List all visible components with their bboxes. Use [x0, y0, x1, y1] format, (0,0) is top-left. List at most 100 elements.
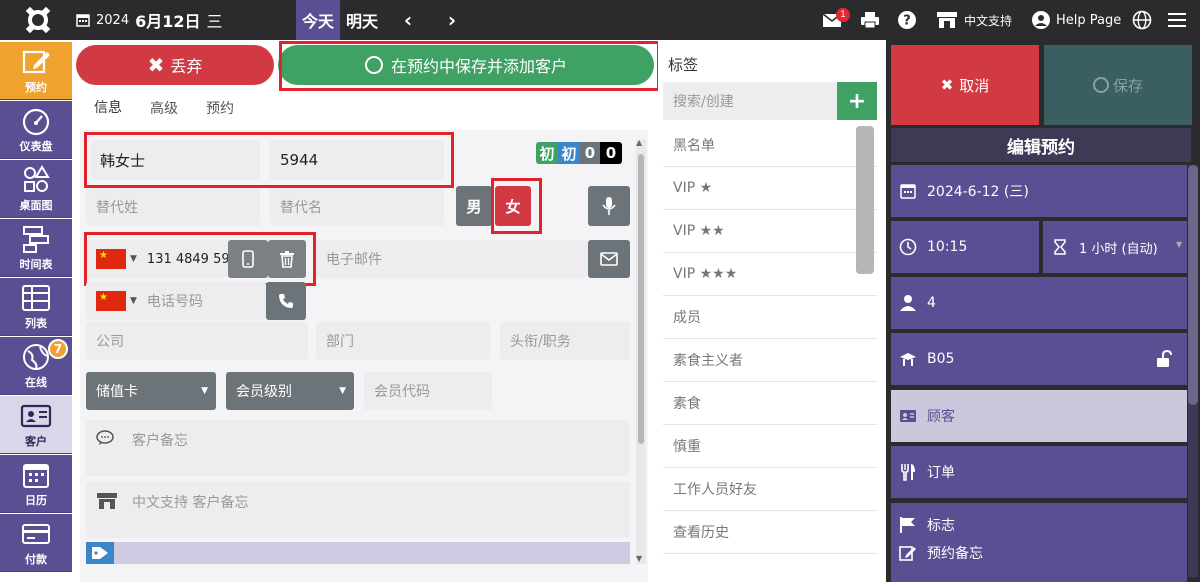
calendar-icon: [76, 14, 90, 27]
mobile-type-button[interactable]: [228, 240, 268, 278]
sidebar-item-timeline[interactable]: 时间表: [0, 219, 72, 277]
unlock-icon: [1157, 350, 1172, 367]
flag-item[interactable]: 标志: [899, 515, 955, 535]
tag-item[interactable]: 黑名单: [663, 124, 877, 167]
save-button[interactable]: 保存: [1044, 45, 1192, 125]
save-and-add-customer-button[interactable]: 在预约中保存并添加客户: [278, 45, 654, 85]
sidebar-item-list[interactable]: 列表: [0, 278, 72, 336]
scroll-down-icon[interactable]: ▼: [636, 554, 642, 563]
tag-item[interactable]: VIP ★★★: [663, 253, 877, 296]
tag-item[interactable]: 成员: [663, 296, 877, 339]
tab-reservation[interactable]: 预约: [192, 90, 248, 126]
call-button[interactable]: [266, 282, 306, 320]
microphone-icon: [602, 197, 616, 215]
edit-icon: [22, 50, 50, 73]
support-link[interactable]: 中文支持: [936, 0, 1012, 40]
reservation-note-item[interactable]: 预约备忘: [899, 543, 983, 563]
chip-count-alt: 0: [600, 142, 622, 164]
tag-item[interactable]: 素食: [663, 382, 877, 425]
member-level-dropdown[interactable]: 会员级别 ▼: [226, 372, 354, 410]
last-name-field[interactable]: 韩女士: [90, 140, 260, 180]
help-page-link[interactable]: Help Page: [1032, 0, 1121, 40]
menu-icon[interactable]: [1168, 0, 1186, 40]
delete-phone-button[interactable]: [268, 240, 306, 278]
sidebar-item-calendar[interactable]: 日历: [0, 455, 72, 513]
next-day-icon[interactable]: ›: [442, 0, 462, 40]
globe-icon[interactable]: [1132, 0, 1152, 40]
member-code-field[interactable]: 会员代码: [364, 372, 492, 410]
stored-value-card-dropdown[interactable]: 储值卡 ▼: [86, 372, 216, 410]
sidebar-item-floorplan[interactable]: 桌面图: [0, 160, 72, 218]
tomorrow-button[interactable]: 明天: [346, 0, 378, 40]
company-field[interactable]: 公司: [86, 322, 308, 360]
date-selector[interactable]: 2024 6月12日 三: [76, 0, 223, 40]
tags-scroll-thumb[interactable]: [856, 126, 874, 274]
customer-tag-strip[interactable]: [86, 542, 630, 564]
reservation-date: 2024-6-12 (三): [927, 184, 1029, 200]
circle-icon: [1092, 77, 1109, 93]
help-icon[interactable]: ?: [898, 0, 916, 40]
order-row[interactable]: 订单: [891, 446, 1187, 498]
add-tag-button[interactable]: +: [837, 82, 877, 120]
duration-row[interactable]: 1 小时 (自动): [1043, 221, 1187, 273]
tag-item[interactable]: VIP ★★: [663, 210, 877, 253]
second-phone-field[interactable]: ▼ 电话号码: [86, 282, 266, 320]
customer-note-placeholder: 客户备忘: [132, 433, 188, 449]
reservation-time: 10:15: [927, 239, 968, 255]
voice-input-button[interactable]: [588, 186, 630, 226]
globe-icon: [23, 343, 49, 370]
email-field[interactable]: 电子邮件: [316, 240, 588, 278]
today-button[interactable]: 今天: [296, 0, 340, 40]
tag-item[interactable]: 慎重: [663, 425, 877, 468]
caret-down-icon: ▼: [201, 386, 208, 396]
flag-icon: [900, 517, 915, 533]
trash-icon: [280, 251, 294, 268]
customer-note-field[interactable]: 客户备忘: [86, 420, 630, 476]
department-field[interactable]: 部门: [316, 322, 490, 360]
tag-search-input[interactable]: 搜索/创建: [663, 82, 837, 120]
sidebar-item-customer[interactable]: 客户: [0, 396, 72, 454]
tag-item[interactable]: 查看历史: [663, 511, 877, 554]
tag-item[interactable]: VIP ★: [663, 167, 877, 210]
guests-row[interactable]: 4: [891, 277, 1187, 329]
table-row[interactable]: B05: [891, 333, 1187, 385]
flag-note-row[interactable]: 标志 预约备忘: [891, 503, 1187, 582]
form-scroll-thumb[interactable]: [638, 154, 644, 444]
email-button[interactable]: [588, 240, 630, 278]
app-logo-icon[interactable]: [18, 6, 58, 34]
job-title-field[interactable]: 头衔/职务: [500, 322, 630, 360]
customer-label: 顾客: [927, 409, 955, 425]
first-name-field[interactable]: 5944: [270, 140, 444, 180]
sidebar-item-online[interactable]: 在线 7: [0, 337, 72, 395]
tab-info[interactable]: 信息: [80, 90, 136, 126]
male-button[interactable]: 男: [456, 186, 492, 226]
store-icon: [97, 493, 117, 509]
sidebar-item-payment[interactable]: 付款: [0, 514, 72, 572]
sidebar-item-reservation[interactable]: 预约: [0, 42, 72, 100]
female-button[interactable]: 女: [495, 186, 531, 226]
date-text: 6月12日: [135, 12, 201, 31]
sidebar: 预约 仪表盘 桌面图 时间表 列表 在线 7 客户 日历 付款: [0, 40, 72, 582]
prev-day-icon[interactable]: ‹: [398, 0, 418, 40]
panel-scroll-thumb[interactable]: [1188, 165, 1198, 405]
sidebar-item-dashboard[interactable]: 仪表盘: [0, 101, 72, 159]
customer-row[interactable]: 顾客: [891, 390, 1187, 442]
alt-first-name-field[interactable]: 替代名: [270, 188, 444, 226]
discard-button[interactable]: ✖ 丢弃: [76, 45, 274, 85]
scroll-up-icon[interactable]: ▲: [636, 138, 642, 147]
tab-advanced[interactable]: 高级: [136, 90, 192, 126]
caret-down-icon: ▼: [339, 386, 346, 396]
alt-last-name-field[interactable]: 替代姓: [86, 188, 260, 226]
duration-value: 1 小时 (自动): [1079, 241, 1158, 257]
tag-item[interactable]: 素食主义者: [663, 339, 877, 382]
reservation-date-row[interactable]: 2024-6-12 (三): [891, 165, 1187, 217]
second-phone-placeholder: 电话号码: [146, 294, 203, 310]
support-note-field[interactable]: 中文支持 客户备忘: [86, 482, 630, 538]
tag-item[interactable]: 工作人员好友: [663, 468, 877, 511]
cancel-button[interactable]: ✖ 取消: [891, 45, 1039, 125]
sidebar-label: 预约: [25, 80, 47, 94]
clock-icon: [899, 238, 917, 256]
print-icon[interactable]: [860, 0, 880, 40]
reservation-time-row[interactable]: 10:15: [891, 221, 1039, 273]
chevron-down-icon[interactable]: ▼: [1176, 240, 1182, 249]
